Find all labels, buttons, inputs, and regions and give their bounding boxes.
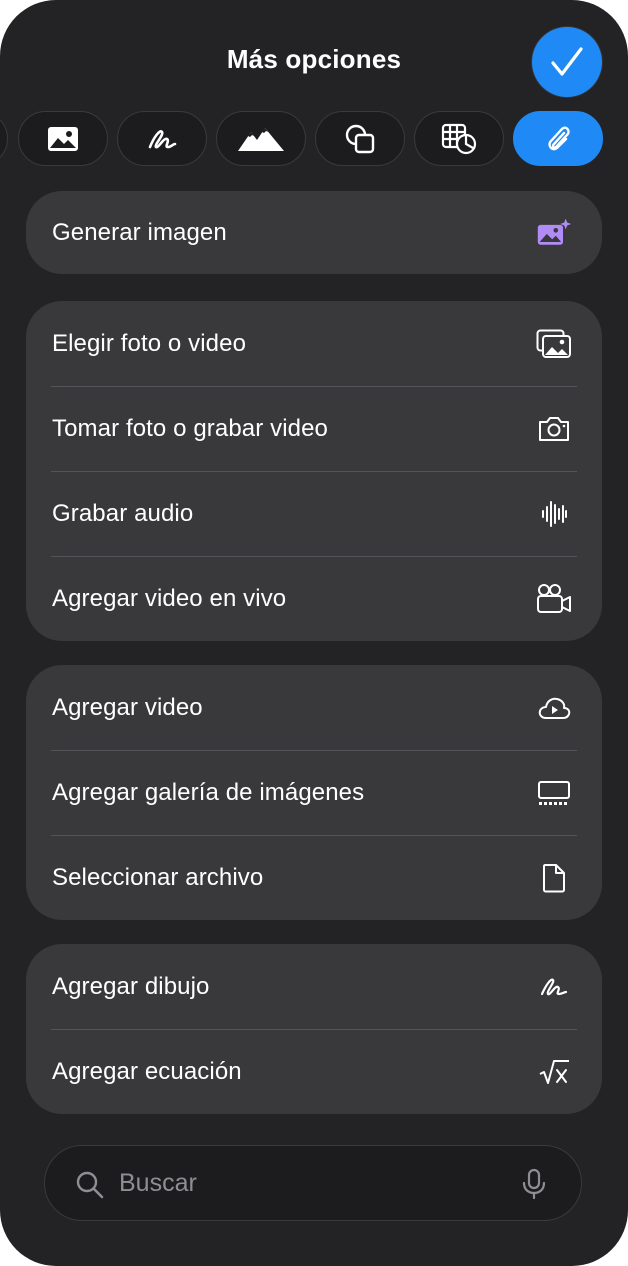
search-icon (76, 1171, 104, 1199)
row-label: Agregar galería de imágenes (52, 778, 365, 806)
row-select-file[interactable]: Seleccionar archivo (26, 835, 602, 920)
row-choose-photo[interactable]: Elegir foto o video (26, 301, 602, 386)
row-take-photo[interactable]: Tomar foto o grabar video (26, 386, 602, 471)
row-label: Elegir foto o video (52, 329, 247, 357)
tab-shapes[interactable] (315, 111, 405, 166)
row-label: Seleccionar archivo (52, 863, 264, 891)
row-add-video[interactable]: Agregar video (26, 665, 602, 750)
cloud-play-icon (536, 690, 572, 726)
row-label: Generar imagen (52, 218, 227, 246)
row-add-equation[interactable]: Agregar ecuación (26, 1029, 602, 1114)
row-live-video[interactable]: Agregar video en vivo (26, 556, 602, 641)
drawing-icon (148, 129, 177, 148)
tab-image[interactable] (18, 111, 108, 166)
scribble-icon (536, 969, 572, 1005)
row-label: Agregar dibujo (52, 972, 210, 1000)
row-generate-image[interactable]: Generar imagen (26, 191, 602, 274)
row-label: Grabar audio (52, 499, 194, 527)
square-root-icon (536, 1054, 572, 1090)
search-input[interactable] (119, 1146, 519, 1220)
paperclip-icon (548, 126, 570, 150)
row-record-audio[interactable]: Grabar audio (26, 471, 602, 556)
done-button[interactable] (532, 27, 602, 97)
tab-attachment[interactable] (513, 111, 603, 166)
group-generate: Generar imagen (26, 191, 602, 274)
checkmark-icon (551, 47, 583, 76)
image-icon (48, 126, 78, 151)
row-label: Agregar ecuación (52, 1057, 242, 1085)
row-add-gallery[interactable]: Agregar galería de imágenes (26, 750, 602, 835)
shapes-icon (345, 124, 375, 153)
sparkle-image-icon (536, 215, 572, 251)
tab-hidden[interactable] (0, 111, 8, 166)
table-chart-icon (441, 123, 477, 154)
search-bar[interactable] (44, 1145, 582, 1221)
row-label: Agregar video (52, 693, 203, 721)
landscape-icon (238, 127, 284, 151)
row-label: Tomar foto o grabar video (52, 414, 328, 442)
gallery-icon (536, 775, 572, 811)
more-options-sheet: Más opciones Generar imagen Elegir foto … (0, 0, 628, 1266)
video-camera-icon (536, 581, 572, 617)
photo-library-icon (536, 326, 572, 362)
camera-icon (536, 411, 572, 447)
document-icon (536, 860, 572, 896)
sheet-header: Más opciones (0, 0, 628, 110)
tab-table-chart[interactable] (414, 111, 504, 166)
group-drawing: Agregar dibujo Agregar ecuación (26, 944, 602, 1114)
insert-category-tabs (0, 111, 628, 167)
tab-landscape[interactable] (216, 111, 306, 166)
tab-drawing[interactable] (117, 111, 207, 166)
group-media: Elegir foto o video Tomar foto o grabar … (26, 301, 602, 641)
row-add-drawing[interactable]: Agregar dibujo (26, 944, 602, 1029)
group-insert: Agregar video Agregar galería de imágene… (26, 665, 602, 920)
microphone-icon[interactable] (521, 1168, 547, 1200)
row-label: Agregar video en vivo (52, 584, 287, 612)
waveform-icon (536, 496, 572, 532)
